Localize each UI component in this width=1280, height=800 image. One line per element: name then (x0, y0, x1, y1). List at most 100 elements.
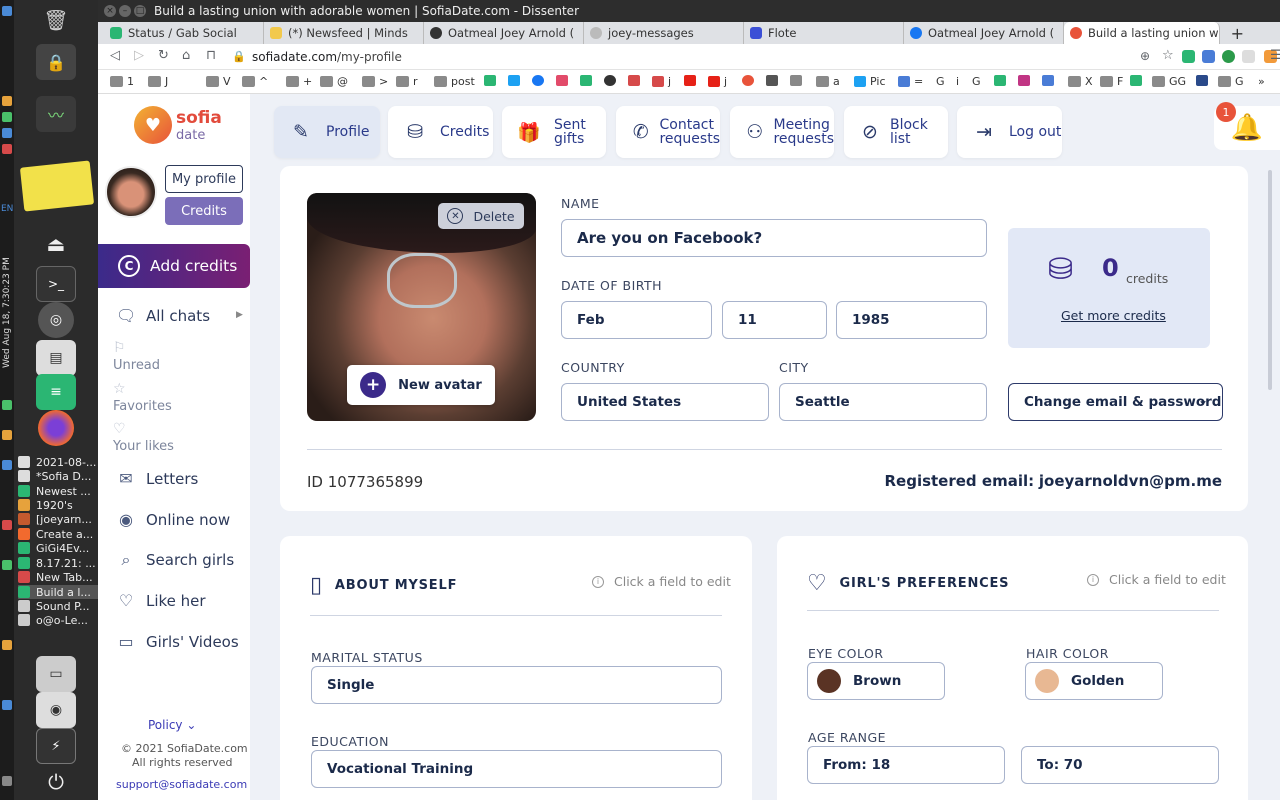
url-field[interactable]: sofiadate.com/my-profile (252, 50, 402, 64)
bookmark-folder[interactable]: post (434, 75, 475, 88)
add-credits-button[interactable]: C Add credits (98, 244, 250, 288)
city-field[interactable]: Seattle (779, 383, 987, 421)
my-profile-button[interactable]: My profile (165, 165, 243, 193)
page-scrollbar[interactable] (1268, 170, 1272, 390)
app-icon[interactable] (2, 460, 12, 470)
name-field[interactable]: Are you on Facebook? (561, 219, 987, 257)
browser-tab[interactable]: joey-messages (584, 22, 744, 44)
new-avatar-button[interactable]: + New avatar (347, 365, 495, 405)
app-icon[interactable] (2, 6, 12, 16)
bookmark-folder[interactable]: F (1100, 75, 1123, 88)
bookmark-link[interactable] (1196, 75, 1212, 86)
app-icon[interactable] (2, 400, 12, 410)
dob-day-select[interactable]: 11 (722, 301, 827, 339)
lock-icon[interactable]: 🔒 (232, 50, 246, 63)
scanner-icon[interactable]: ▭ (36, 656, 76, 692)
bookmark-folder[interactable]: r (396, 75, 418, 88)
bookmark-folder[interactable]: J (148, 75, 168, 88)
bookmark-link[interactable] (556, 75, 572, 86)
log-out-button[interactable]: ⇥ Log out (957, 106, 1062, 158)
app-icon[interactable] (2, 700, 12, 710)
app-icon[interactable] (2, 112, 12, 122)
files-icon[interactable]: ▤ (36, 340, 76, 376)
app-icon[interactable] (2, 430, 12, 440)
browser-tab[interactable]: Status / Gab Social (104, 22, 264, 44)
bookmark-link[interactable] (1130, 75, 1146, 86)
close-tab-icon[interactable]: ✕ (1219, 27, 1220, 40)
bookmark-link[interactable] (532, 75, 548, 86)
browser-tab[interactable]: Oatmeal Joey Arnold ( (424, 22, 584, 44)
bookmark-link[interactable]: i (956, 75, 959, 88)
expand-arrow-icon[interactable]: ▶ (236, 310, 243, 320)
bookmark-link[interactable] (604, 75, 620, 86)
home-icon[interactable]: ⌂ (182, 48, 190, 63)
get-more-credits-link[interactable]: Get more credits (1061, 308, 1166, 323)
bookmark-link[interactable] (628, 75, 644, 86)
dob-year-select[interactable]: 1985 (836, 301, 987, 339)
bookmark-link[interactable] (742, 75, 758, 86)
maximize-window-button[interactable]: □ (134, 5, 146, 17)
bookmark-link[interactable]: Pic (854, 75, 886, 88)
bookmark-folder[interactable]: > (362, 75, 388, 88)
bookmark-link[interactable] (508, 75, 524, 86)
bookmark-link[interactable] (1042, 75, 1058, 86)
system-monitor-icon[interactable]: 〰 (36, 96, 76, 132)
avatar[interactable] (105, 166, 157, 218)
bookmark-icon[interactable]: ⊓ (206, 48, 216, 63)
forward-icon[interactable]: ▷ (134, 48, 144, 63)
app-icon[interactable] (2, 520, 12, 530)
extension-icon[interactable] (1242, 50, 1255, 63)
back-icon[interactable]: ◁ (110, 48, 120, 63)
reload-icon[interactable]: ↻ (158, 48, 169, 63)
power-icon[interactable]: ⏻ (36, 764, 76, 800)
bookmark-link[interactable] (684, 75, 700, 86)
window-item[interactable]: Build a l... (18, 585, 98, 599)
minimize-window-button[interactable]: – (119, 5, 131, 17)
age-to-select[interactable]: To: 70 (1021, 746, 1219, 784)
firefox-icon[interactable] (38, 410, 74, 446)
bookmark-link[interactable] (1018, 75, 1034, 86)
window-item[interactable]: [joeyarn... (18, 512, 98, 526)
bookmark-link[interactable]: j (652, 75, 671, 88)
close-window-button[interactable]: × (104, 5, 116, 17)
hair-color-select[interactable]: Golden (1025, 662, 1163, 700)
window-item[interactable]: Sound P... (18, 599, 98, 613)
country-select[interactable]: United States (561, 383, 769, 421)
bookmark-link[interactable] (790, 75, 806, 86)
menu-unread[interactable]: ⚐ Unread (113, 340, 160, 373)
change-email-password-button[interactable]: Change email & password ⌄ (1008, 383, 1223, 421)
window-item[interactable]: *Sofia D... (18, 469, 98, 483)
menu-favorites[interactable]: ☆ Favorites (113, 381, 172, 414)
bookmark-link[interactable] (766, 75, 782, 86)
notes-app-icon[interactable]: ≡ (36, 374, 76, 410)
ubuntu-icon[interactable]: ◎ (38, 302, 74, 338)
window-item[interactable]: 2021-08-... (18, 455, 98, 469)
eye-color-select[interactable]: Brown (807, 662, 945, 700)
bookmark-link[interactable] (994, 75, 1010, 86)
window-item[interactable]: Create a... (18, 527, 98, 541)
bookmark-link[interactable]: j (708, 75, 727, 88)
bookmark-link[interactable]: = (898, 75, 923, 88)
tab-contact-requests[interactable]: ✆ Contact requests (616, 106, 720, 158)
camera-icon[interactable]: ◉ (36, 692, 76, 728)
marital-status-field[interactable]: Single (311, 666, 722, 704)
menu-letters[interactable]: ✉ Letters (116, 469, 198, 488)
browser-tab[interactable]: Oatmeal Joey Arnold ( (904, 22, 1064, 44)
extension-icon[interactable] (1182, 50, 1195, 63)
drive-icon[interactable]: ⏏ (36, 226, 76, 262)
window-item[interactable]: 8.17.21: ... (18, 556, 98, 570)
policy-dropdown[interactable]: Policy ⌄ (148, 718, 196, 732)
education-field[interactable]: Vocational Training (311, 750, 722, 788)
tab-block-list[interactable]: ⊘ Block list (844, 106, 948, 158)
bookmark-folder[interactable]: GG (1152, 75, 1186, 88)
sticky-notes-icon[interactable] (19, 160, 95, 212)
browser-tab[interactable]: Flote (744, 22, 904, 44)
tab-sent-gifts[interactable]: 🎁 Sent gifts (502, 106, 606, 158)
app-icon[interactable] (2, 144, 12, 154)
app-icon[interactable] (2, 560, 12, 570)
menu-your-likes[interactable]: ♡ Your likes (113, 421, 174, 454)
bookmark-folder[interactable]: X (1068, 75, 1093, 88)
lock-screen-icon[interactable]: 🔒 (36, 44, 76, 80)
app-icon[interactable] (2, 128, 12, 138)
bookmark-folder[interactable]: a (816, 75, 840, 88)
